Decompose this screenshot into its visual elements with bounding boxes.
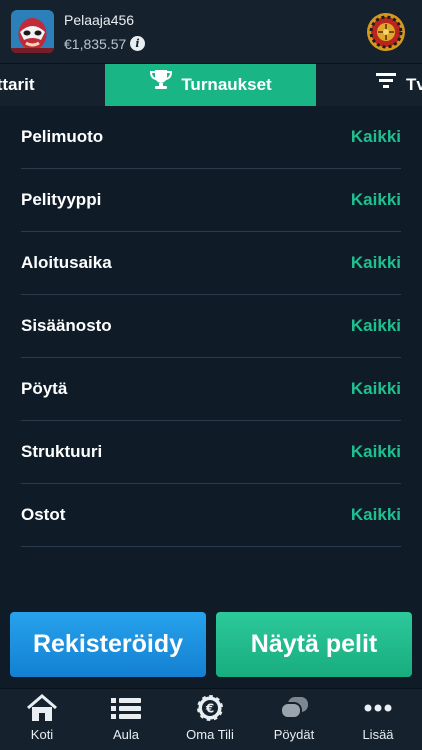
show-games-button[interactable]: Näytä pelit [216,612,412,677]
filter-label: Struktuuri [21,442,103,461]
tab-label: Turnaukset [181,75,272,94]
filter-row-game-type[interactable]: Pelityyppi Kaikki [21,169,401,232]
nav-label: Aula [112,727,140,742]
tab-label: Tv [406,75,422,94]
nav-item-more[interactable]: Lisää [336,689,420,750]
username: Pelaaja456 [64,12,135,28]
filter-label: Aloitusaika [21,253,112,272]
tab-previous[interactable]: ittarit [0,64,96,106]
filter-value: Kaikki [350,190,401,209]
filter-row-rebuys[interactable]: Ostot Kaikki [21,484,401,547]
lobby-tab-bar: ittarit Turnaukset Tv [0,64,422,106]
tables-icon [278,694,310,722]
filter-label: Ostot [21,505,66,524]
nav-label: Koti [30,727,54,742]
euro-chip-icon: € [194,693,226,723]
top-header: Pelaaja456 €1,835.57 i [0,0,422,64]
trophy-icon [149,64,173,106]
filter-row-game-mode[interactable]: Pelimuoto Kaikki [21,106,401,169]
filter-value: Kaikki [350,316,401,335]
filter-label: Pelityyppi [21,190,102,209]
home-icon [26,694,58,722]
nav-item-lobby[interactable]: Aula [84,689,168,750]
account-balance: €1,835.57 [64,36,127,52]
more-icon [362,694,394,722]
filter-row-table[interactable]: Pöytä Kaikki [21,358,401,421]
register-button[interactable]: Rekisteröidy [10,612,206,677]
tab-label: ittarit [0,75,35,94]
tab-next[interactable]: Tv [376,64,422,106]
filter-icon [376,64,396,106]
avatar[interactable] [11,10,54,53]
filter-row-structure[interactable]: Struktuuri Kaikki [21,421,401,484]
info-icon[interactable]: i [130,36,145,51]
nav-item-tables[interactable]: Pöydät [252,689,336,750]
roulette-wheel-icon[interactable] [366,12,406,52]
nav-item-home[interactable]: Koti [0,689,84,750]
tab-tournaments[interactable]: Turnaukset [105,64,316,106]
filter-label: Pöytä [21,379,68,398]
list-icon [110,694,142,722]
filter-value: Kaikki [350,127,401,146]
filter-list: Pelimuoto Kaikki Pelityyppi Kaikki Aloit… [0,106,422,600]
filter-row-buy-in[interactable]: Sisäänosto Kaikki [21,295,401,358]
filter-value: Kaikki [350,379,401,398]
filter-value: Kaikki [350,442,401,461]
filter-row-start-time[interactable]: Aloitusaika Kaikki [21,232,401,295]
nav-label: Oma Tili [186,727,234,742]
bottom-navigation: Koti Aula € Oma Tili Pöydät Lisää [0,688,422,750]
nav-label: Lisää [362,727,394,742]
nav-item-account[interactable]: € Oma Tili [168,689,252,750]
svg-text:€: € [205,702,214,716]
filter-value: Kaikki [350,505,401,524]
filter-value: Kaikki [350,253,401,272]
filter-label: Sisäänosto [21,316,112,335]
nav-label: Pöydät [273,727,315,742]
filter-label: Pelimuoto [21,127,104,146]
